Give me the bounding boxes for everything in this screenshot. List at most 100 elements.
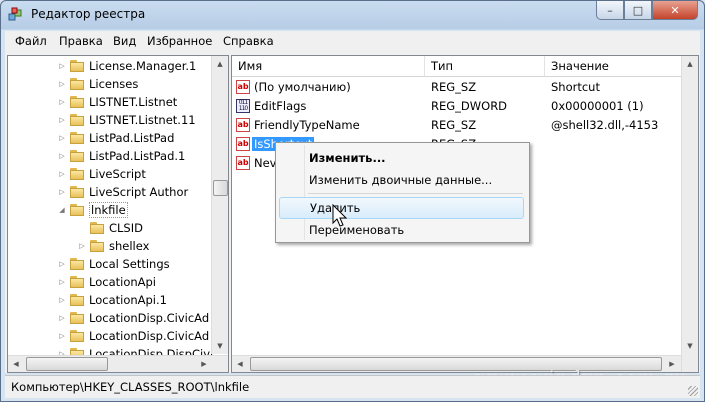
folder-icon [70,114,84,126]
string-value-icon: ab [236,118,250,132]
value-data: Shortcut [551,80,600,94]
expand-icon[interactable]: ▷ [58,134,66,142]
expand-icon[interactable]: ▷ [58,314,66,322]
scroll-right-icon[interactable]: ▶ [196,356,212,372]
expand-icon[interactable]: ▷ [58,152,66,160]
tree-item[interactable]: ▷ LISTNET.Listnet [58,93,177,111]
menu-favorites[interactable]: Избранное [147,34,212,48]
column-header-value[interactable]: Значение [545,56,698,77]
tree-item-label: LocationApi [89,275,157,289]
tree-item-label: ListPad.ListPad.1 [89,149,186,163]
menu-separator [308,193,523,194]
folder-icon [70,150,84,162]
list-vertical-scrollbar[interactable]: ▲ ▼ [681,56,698,372]
resize-grip-icon[interactable] [688,386,698,396]
folder-icon [90,240,104,252]
tree-horizontal-scrollbar[interactable]: ◀ ▶ [8,355,228,372]
tree-item-label: lnkfile [89,202,128,218]
expand-icon[interactable]: ▷ [58,116,66,124]
tree-item[interactable]: CLSID [78,219,143,237]
maximize-icon: □ [632,3,644,17]
column-header-name[interactable]: Имя [232,56,425,77]
tree-item[interactable]: ▷ LiveScript Author [58,183,188,201]
expand-icon[interactable]: ▷ [58,260,66,268]
expand-icon[interactable]: ▷ [58,170,66,178]
menu-edit[interactable]: Правка [59,34,103,48]
minimize-button[interactable]: – [596,1,624,20]
expand-icon[interactable]: ▷ [58,332,66,340]
tree-item-label: LiveScript [89,167,146,181]
expand-icon[interactable]: ▷ [58,296,66,304]
folder-icon [70,294,84,306]
tree-item[interactable]: ▷ ListPad.ListPad.1 [58,147,185,165]
table-row[interactable]: ab FriendlyTypeName REG_SZ @shell32.dll,… [232,116,681,135]
scroll-up-icon[interactable]: ▲ [682,56,698,72]
tree-item[interactable]: ▷ LocationApi [58,273,156,291]
value-type: REG_SZ [431,80,477,94]
menu-item-modify[interactable]: Изменить... [279,147,524,169]
expand-icon[interactable]: ▷ [58,62,66,70]
scroll-thumb[interactable] [213,180,228,196]
menu-file[interactable]: Файл [15,34,47,48]
tree-item-label: License.Manager.1 [89,59,197,73]
expand-icon[interactable]: ▷ [58,80,66,88]
tree-item[interactable]: ▷ shellex [78,237,149,255]
string-value-icon: ab [236,156,250,170]
scroll-up-icon[interactable]: ▲ [212,56,228,72]
column-header-type[interactable]: Тип [425,56,545,77]
folder-icon [70,96,84,108]
tree-item[interactable]: ▷ ListPad.ListPad [58,129,174,147]
menu-item-modify-binary[interactable]: Изменить двоичные данные... [279,169,524,191]
registry-editor-icon [8,7,22,21]
menu-item-rename[interactable]: Переименовать [279,219,524,241]
folder-icon [70,258,84,270]
maximize-button[interactable]: □ [624,1,652,20]
tree-item[interactable]: ▷ LocationDisp.CivicAd [58,327,209,345]
folder-icon [70,78,84,90]
status-path: Компьютер\HKEY_CLASSES_ROOT\lnkfile [11,380,250,394]
expand-icon[interactable]: ▷ [58,98,66,106]
tree-item-label: CLSID [109,221,143,235]
expand-icon[interactable]: ▷ [78,242,86,250]
tree-item-label: LocationApi.1 [89,293,167,307]
tree-item-label: LISTNET.Listnet.11 [89,113,196,127]
folder-icon [70,276,84,288]
close-button[interactable]: ✕ [652,1,698,20]
folder-icon [70,204,84,216]
tree-item[interactable]: ▷ License.Manager.1 [58,57,196,75]
scroll-down-icon[interactable]: ▼ [212,338,228,354]
title-bar[interactable]: Редактор реестра – □ ✕ [1,1,704,29]
tree-item[interactable]: ▷ LocationDisp.CivicAd [58,309,209,327]
scroll-down-icon[interactable]: ▼ [682,338,698,354]
folder-icon [70,186,84,198]
menu-view[interactable]: Вид [113,34,136,48]
mouse-cursor-icon [332,204,348,227]
collapse-icon[interactable]: ◢ [58,206,66,214]
context-menu: Изменить... Изменить двоичные данные... … [275,142,530,243]
tree-item[interactable]: ▷ LISTNET.Listnet.11 [58,111,196,129]
expand-icon[interactable]: ▷ [58,188,66,196]
tree-item[interactable]: ▷ Local Settings [58,255,170,273]
value-name: (По умолчанию) [254,80,351,94]
window-title: Редактор реестра [31,7,146,21]
tree-item-lnkfile[interactable]: ◢ lnkfile [58,201,128,219]
tree-item-label: LocationDisp.CivicAd [89,329,210,343]
menu-help[interactable]: Справка [223,34,274,48]
table-row[interactable]: ab (По умолчанию) REG_SZ Shortcut [232,78,681,97]
tree-item-label: LiveScript Author [89,185,189,199]
tree-item-label: LISTNET.Listnet [89,95,178,109]
table-row[interactable]: 011 110 EditFlags REG_DWORD 0x00000001 (1… [232,97,681,116]
tree-item[interactable]: ▷ LiveScript [58,165,146,183]
tree-item[interactable]: ▷ Licenses [58,75,138,93]
tree-item-label: Local Settings [89,257,170,271]
string-value-icon: ab [236,80,250,94]
menu-item-delete[interactable]: Удалить [279,197,524,219]
tree-item[interactable]: ▷ LocationApi.1 [58,291,167,309]
folder-icon [70,132,84,144]
tree-vertical-scrollbar[interactable]: ▲ ▼ [211,56,228,354]
scroll-thumb[interactable] [26,357,108,371]
expand-icon[interactable]: ▷ [58,278,66,286]
scroll-left-icon[interactable]: ◀ [232,356,248,372]
scroll-left-icon[interactable]: ◀ [8,356,24,372]
status-bar: Компьютер\HKEY_CLASSES_ROOT\lnkfile [5,375,700,398]
